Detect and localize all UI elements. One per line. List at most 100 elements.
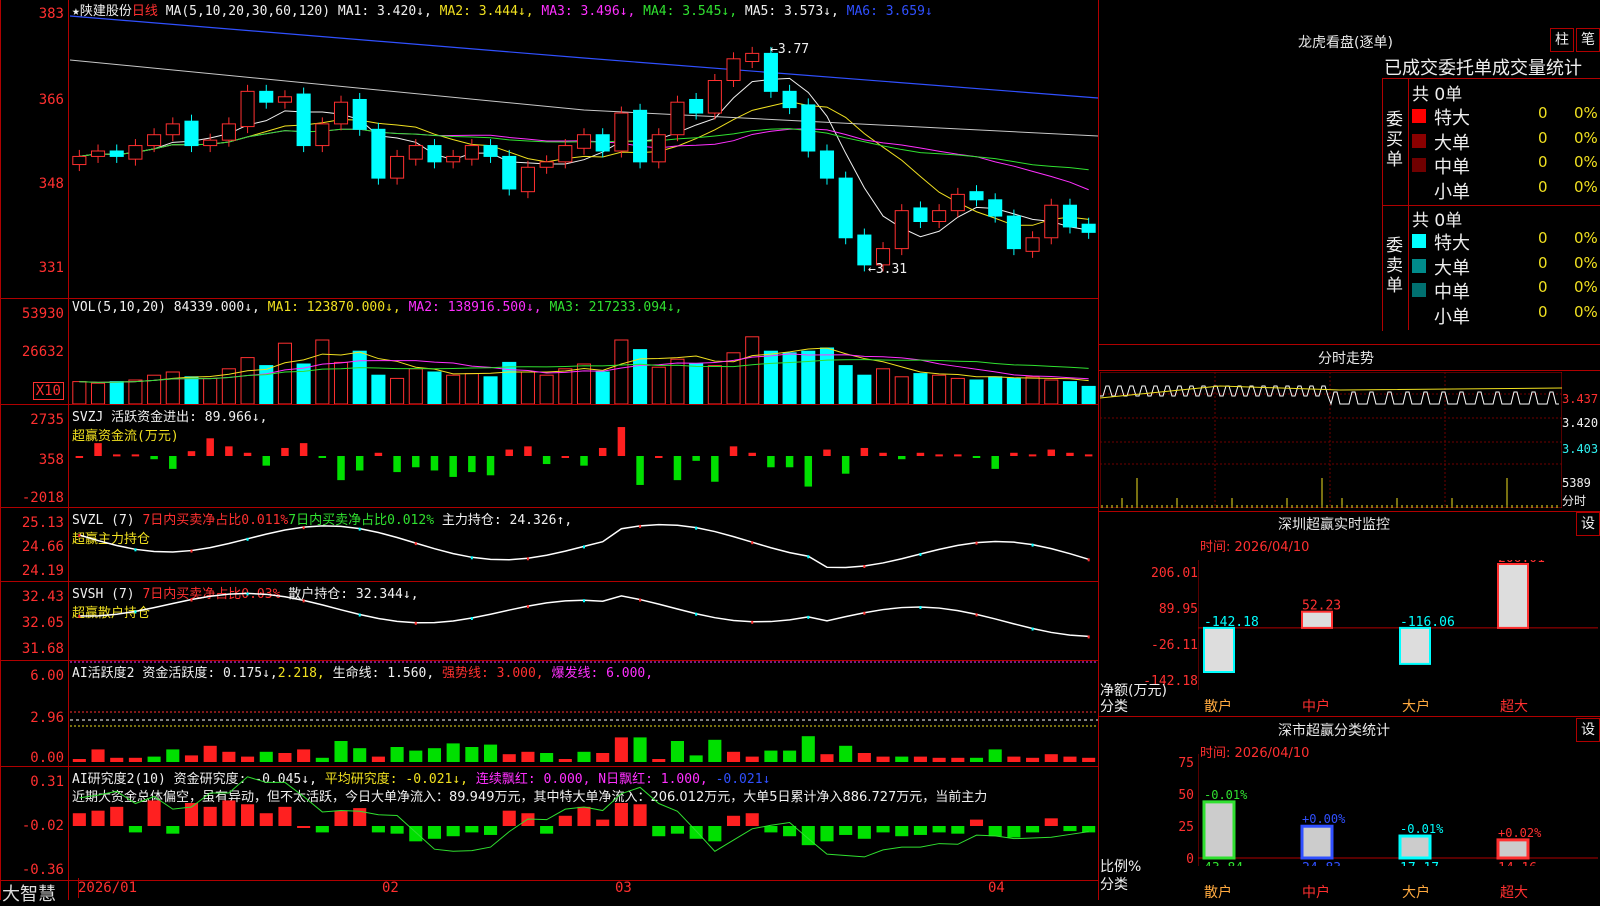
candle (502, 155, 517, 190)
ai-research-tick: -0.02 (21, 818, 64, 834)
flow-bar (1084, 454, 1093, 457)
pen-mode-button[interactable]: 笔 (1576, 28, 1600, 52)
main-holding-line-tick (134, 548, 137, 552)
flow-bar (524, 446, 532, 456)
tab-volume-stats[interactable]: 成交量统计 (1492, 58, 1582, 79)
activity-bar (465, 747, 479, 762)
activity-bar (1063, 756, 1077, 762)
cls-value-label: 17.17 (1400, 861, 1439, 866)
volume-bar (259, 365, 274, 404)
activity-bar (969, 757, 984, 762)
flow-bar (655, 456, 663, 458)
mon-value-label: 206.01 (1498, 560, 1545, 566)
activity-bar (951, 757, 965, 762)
activity-bar (839, 745, 853, 762)
volume-bar (969, 379, 984, 404)
fund-flow-chart[interactable] (70, 404, 1098, 507)
activity-bar (596, 753, 610, 762)
research-bar (932, 826, 946, 833)
fs-title-bar (1098, 344, 1600, 345)
activity-bar (820, 754, 834, 762)
order-row: 特大 0 0% (1412, 104, 1598, 129)
research-bar (764, 826, 778, 833)
mon-value-label: -116.06 (1400, 615, 1455, 630)
candle (1081, 223, 1096, 233)
candle (240, 90, 255, 128)
bar-mode-button[interactable]: 柱 (1550, 28, 1574, 52)
realtime-monitor-chart[interactable]: -142.18 52.23 -116.06 206.01 (1198, 560, 1598, 690)
ai-activity-chart[interactable] (70, 660, 1098, 766)
ai-research-chart[interactable] (70, 766, 1098, 880)
volume-bar (782, 352, 797, 404)
flow-bar (505, 449, 513, 456)
cls-settings-button[interactable]: 设 (1576, 718, 1600, 742)
flow-bar (393, 456, 401, 473)
ai-active-tick: 0.00 (30, 750, 64, 766)
mon-time: 时间: 2026/04/10 (1200, 540, 1310, 555)
flow-bar (131, 454, 140, 457)
color-swatch (1412, 234, 1426, 248)
mon-settings-button[interactable]: 设 (1576, 512, 1600, 536)
research-bar (72, 813, 86, 826)
candle (277, 96, 292, 103)
flow-bar (299, 443, 308, 456)
candle (745, 52, 760, 63)
retail-holding-line-tick (190, 598, 193, 602)
main-holding-line-tick (190, 549, 193, 553)
candle (221, 123, 236, 141)
main-holding-chart[interactable] (70, 507, 1098, 581)
volume-bar (801, 350, 816, 404)
flow-bar (449, 456, 457, 477)
main-holding-line-tick (358, 527, 361, 531)
research-bar (726, 815, 741, 826)
activity-bar (745, 756, 759, 762)
order-size-label: 特大 (1434, 233, 1470, 254)
volume-chart[interactable] (70, 298, 1098, 404)
research-bar (596, 819, 610, 826)
retail-holding-line-tick (414, 621, 417, 625)
cls-bar (1300, 824, 1334, 860)
tab-traded[interactable]: 已成交 (1384, 58, 1438, 79)
order-pct: 0% (1574, 253, 1598, 272)
cls-value-label: 24.83 (1302, 861, 1341, 866)
research-bar (427, 826, 442, 839)
classification-chart[interactable]: -0.01% 43.84 +0.00% 24.83 -0.01% 17.17 +0.02% 1… (1198, 754, 1598, 866)
research-bar (1026, 826, 1040, 833)
main-holding-line-tick (863, 565, 866, 569)
intraday-chart[interactable] (1100, 372, 1562, 508)
svzl-tick: 25.13 (21, 515, 64, 531)
activity-bar (1044, 754, 1058, 762)
activity-bar (371, 756, 385, 762)
lhb-title: 龙虎看盘(逐单) (1298, 35, 1393, 51)
retail-holding-line-tick (695, 612, 698, 616)
volume-bar (988, 376, 1003, 404)
order-count: 0 (1538, 229, 1548, 247)
volume-bar (240, 357, 255, 404)
flow-bar (1047, 449, 1056, 456)
flow-bar (262, 456, 270, 466)
candlestick-chart[interactable] (70, 0, 1098, 298)
mon-title-bar (1098, 511, 1600, 512)
mon-title: 深圳超赢实时监控 (1278, 517, 1390, 533)
volume-bar (763, 350, 778, 404)
candle (1062, 204, 1078, 228)
activity-bar (633, 737, 647, 762)
activity-bar (876, 756, 890, 762)
research-bar (745, 813, 759, 826)
cls-title: 深市超赢分类统计 (1278, 723, 1390, 739)
retail-holding-chart[interactable] (70, 581, 1098, 660)
candle (558, 145, 573, 163)
retail-holding-line-tick (470, 617, 473, 621)
order-pct: 0% (1574, 302, 1598, 321)
color-swatch (1412, 182, 1426, 197)
cls-axis: 75 50 25 0 (1100, 754, 1198, 867)
volume-bar (745, 336, 760, 404)
lhb-tabs: 已成交委托单成交量统计 (1384, 54, 1582, 80)
research-bar (558, 815, 572, 826)
volume-bar (950, 377, 965, 404)
order-count: 0 (1538, 104, 1548, 122)
cls-cat: 超大 (1500, 885, 1528, 901)
tab-orders[interactable]: 委托单 (1438, 58, 1492, 79)
mon-tick: 89.95 (1158, 602, 1198, 617)
volume-bar (857, 374, 872, 404)
